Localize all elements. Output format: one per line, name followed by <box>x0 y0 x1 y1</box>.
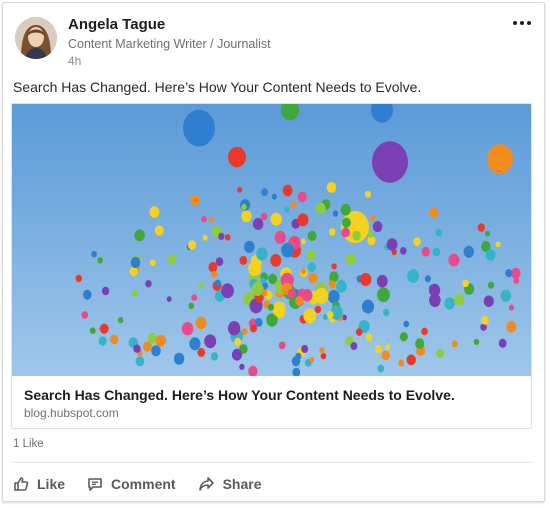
comment-icon <box>88 478 102 491</box>
like-label: Like <box>37 476 66 492</box>
like-icon <box>14 477 29 491</box>
more-icon <box>513 21 517 25</box>
link-preview-image <box>12 104 531 376</box>
share-label: Share <box>222 476 262 492</box>
author-avatar[interactable] <box>15 17 57 59</box>
post-card: Angela Tague Content Marketing Writer / … <box>2 2 545 502</box>
author-headline: Content Marketing Writer / Journalist <box>68 37 271 51</box>
post-text: Search Has Changed. Here’s How Your Cont… <box>13 79 422 95</box>
likes-count[interactable]: 1 Like <box>13 438 44 450</box>
link-preview-domain: blog.hubspot.com <box>24 406 119 420</box>
author-name[interactable]: Angela Tague <box>68 16 165 33</box>
avatar-photo <box>15 17 57 59</box>
comment-label: Comment <box>111 476 176 492</box>
action-bar: Like Comment Share <box>13 473 262 495</box>
like-button[interactable]: Like <box>13 476 65 492</box>
link-preview-card[interactable]: Search Has Changed. Here’s How Your Cont… <box>11 103 532 429</box>
share-icon <box>198 477 214 491</box>
divider <box>13 462 533 463</box>
more-icon-dot <box>527 21 531 25</box>
link-preview-title: Search Has Changed. Here’s How Your Cont… <box>24 387 455 403</box>
share-button[interactable]: Share <box>198 476 262 492</box>
comment-button[interactable]: Comment <box>87 476 176 492</box>
more-icon-dot <box>520 21 524 25</box>
post-timestamp: 4h <box>68 54 82 68</box>
more-options-button[interactable] <box>508 15 536 31</box>
